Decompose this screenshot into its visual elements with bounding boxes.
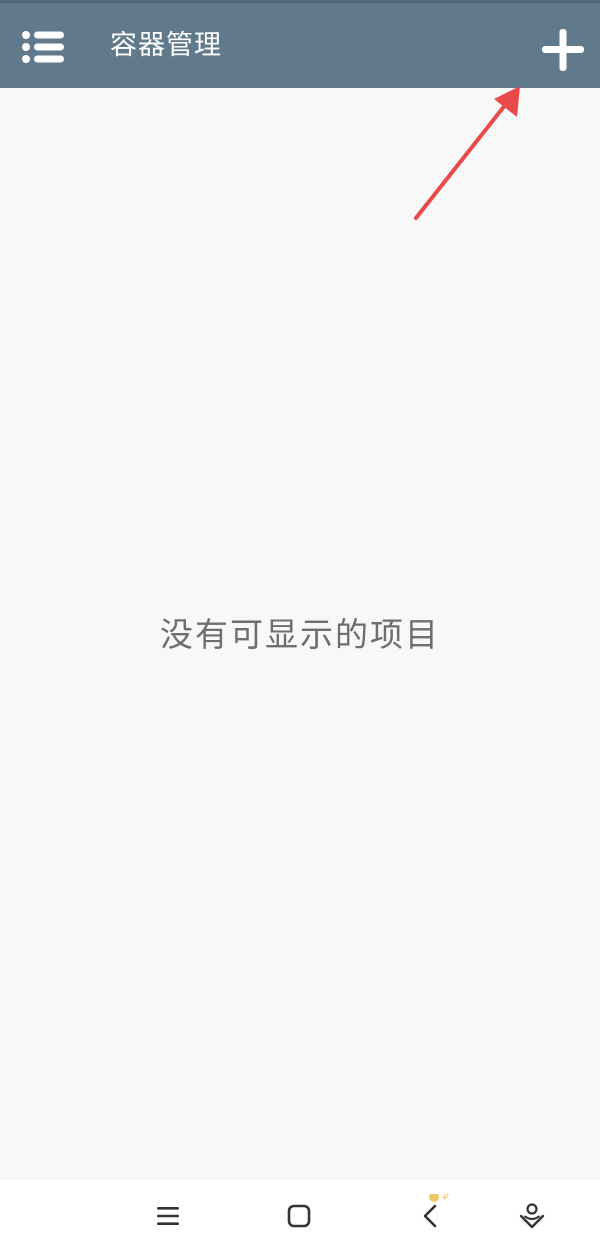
- svg-text:+: +: [445, 1194, 450, 1199]
- add-container-button[interactable]: [538, 25, 588, 75]
- assistant-button[interactable]: [510, 1194, 554, 1238]
- home-icon: [287, 1204, 311, 1228]
- menu-button[interactable]: [20, 25, 66, 69]
- recent-apps-icon: [157, 1207, 179, 1225]
- back-button[interactable]: + +: [408, 1194, 452, 1238]
- list-menu-icon: [22, 31, 64, 63]
- page-title: 容器管理: [110, 30, 222, 61]
- back-icon: + +: [423, 1194, 450, 1228]
- recent-apps-button[interactable]: [146, 1194, 190, 1238]
- plus-icon: [542, 29, 584, 71]
- empty-state-message: 没有可显示的项目: [160, 615, 440, 654]
- assistant-icon: [519, 1203, 545, 1229]
- system-navigation-bar: + +: [0, 1180, 600, 1253]
- app-screen: 容器管理 没有可显示的项目 + +: [0, 0, 600, 1253]
- app-bar: 容器管理: [0, 3, 600, 88]
- home-button[interactable]: [277, 1194, 321, 1238]
